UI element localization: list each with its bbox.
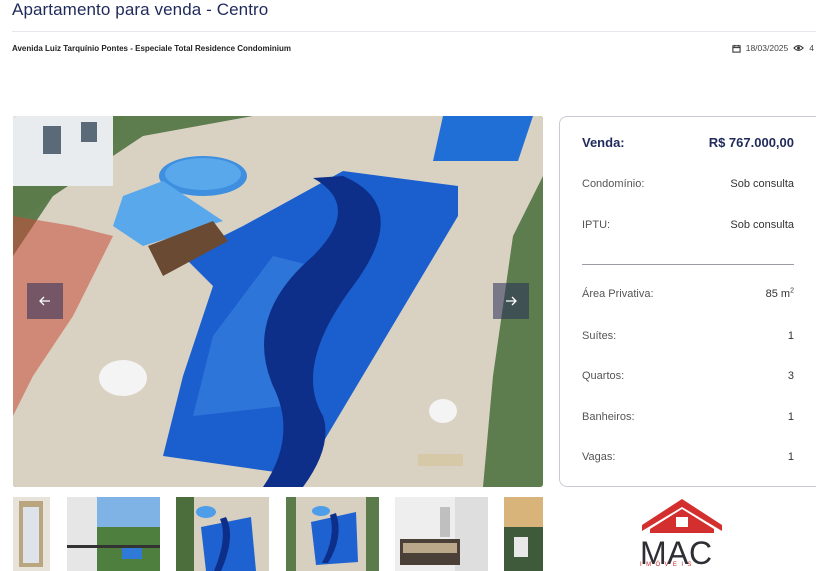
listing-meta: 18/03/2025 4 (732, 43, 814, 53)
page-title: Apartamento para venda - Centro (12, 0, 269, 19)
quartos-value: 3 (787, 370, 794, 382)
area-row: Área Privativa: 85 m2 (582, 287, 794, 300)
condo-value: Sob consulta (730, 178, 794, 190)
pool-photo (13, 116, 543, 487)
listing-date: 18/03/2025 (745, 43, 789, 53)
house-roof-icon (642, 499, 722, 533)
condo-label: Condomínio: (582, 178, 645, 190)
vagas-label: Vagas: (582, 451, 616, 463)
thumbnail[interactable] (67, 497, 160, 571)
panel-divider (582, 264, 794, 265)
iptu-value: Sob consulta (730, 219, 794, 231)
sale-price-value: R$ 767.000,00 (708, 135, 794, 150)
sale-price-label: Venda: (582, 135, 625, 150)
quartos-row: Quartos: 3 (582, 370, 794, 382)
main-photo-gallery[interactable] (13, 116, 543, 487)
thumbnail-strip (13, 497, 543, 571)
condo-row: Condomínio: Sob consulta (582, 178, 794, 190)
vagas-row: Vagas: 1 (582, 451, 794, 463)
area-label: Área Privativa: (582, 288, 654, 300)
mac-imoveis-logo: MAC IMÓVEIS (636, 497, 728, 571)
banheiros-row: Banheiros: 1 (582, 411, 794, 423)
iptu-label: IPTU: (582, 219, 611, 231)
suites-row: Suítes: 1 (582, 330, 794, 342)
view-count: 4 (809, 43, 814, 53)
property-address: Avenida Luiz Tarquínio Pontes - Especial… (12, 44, 292, 53)
thumbnail[interactable] (176, 497, 269, 571)
gallery-prev-button[interactable] (27, 283, 63, 319)
thumbnail[interactable] (13, 497, 50, 571)
thumbnail[interactable] (395, 497, 488, 571)
area-value: 85 m2 (765, 287, 794, 300)
thumbnail[interactable] (504, 497, 543, 571)
details-panel: Venda: R$ 767.000,00 Condomínio: Sob con… (559, 116, 816, 487)
iptu-row: IPTU: Sob consulta (582, 219, 794, 231)
suites-label: Suítes: (582, 330, 617, 342)
gallery-next-button[interactable] (493, 283, 529, 319)
suites-value: 1 (787, 330, 794, 342)
banheiros-value: 1 (787, 411, 794, 423)
logo-subtext: IMÓVEIS (640, 562, 696, 568)
thumbnail[interactable] (286, 497, 379, 571)
calendar-icon (732, 44, 741, 53)
vagas-value: 1 (787, 451, 794, 463)
banheiros-label: Banheiros: (582, 411, 635, 423)
quartos-label: Quartos: (582, 370, 625, 382)
sale-price-row: Venda: R$ 767.000,00 (582, 135, 794, 150)
arrow-left-icon (39, 296, 50, 306)
header-divider (12, 31, 816, 32)
eye-icon (793, 44, 805, 52)
arrow-right-icon (506, 296, 517, 306)
